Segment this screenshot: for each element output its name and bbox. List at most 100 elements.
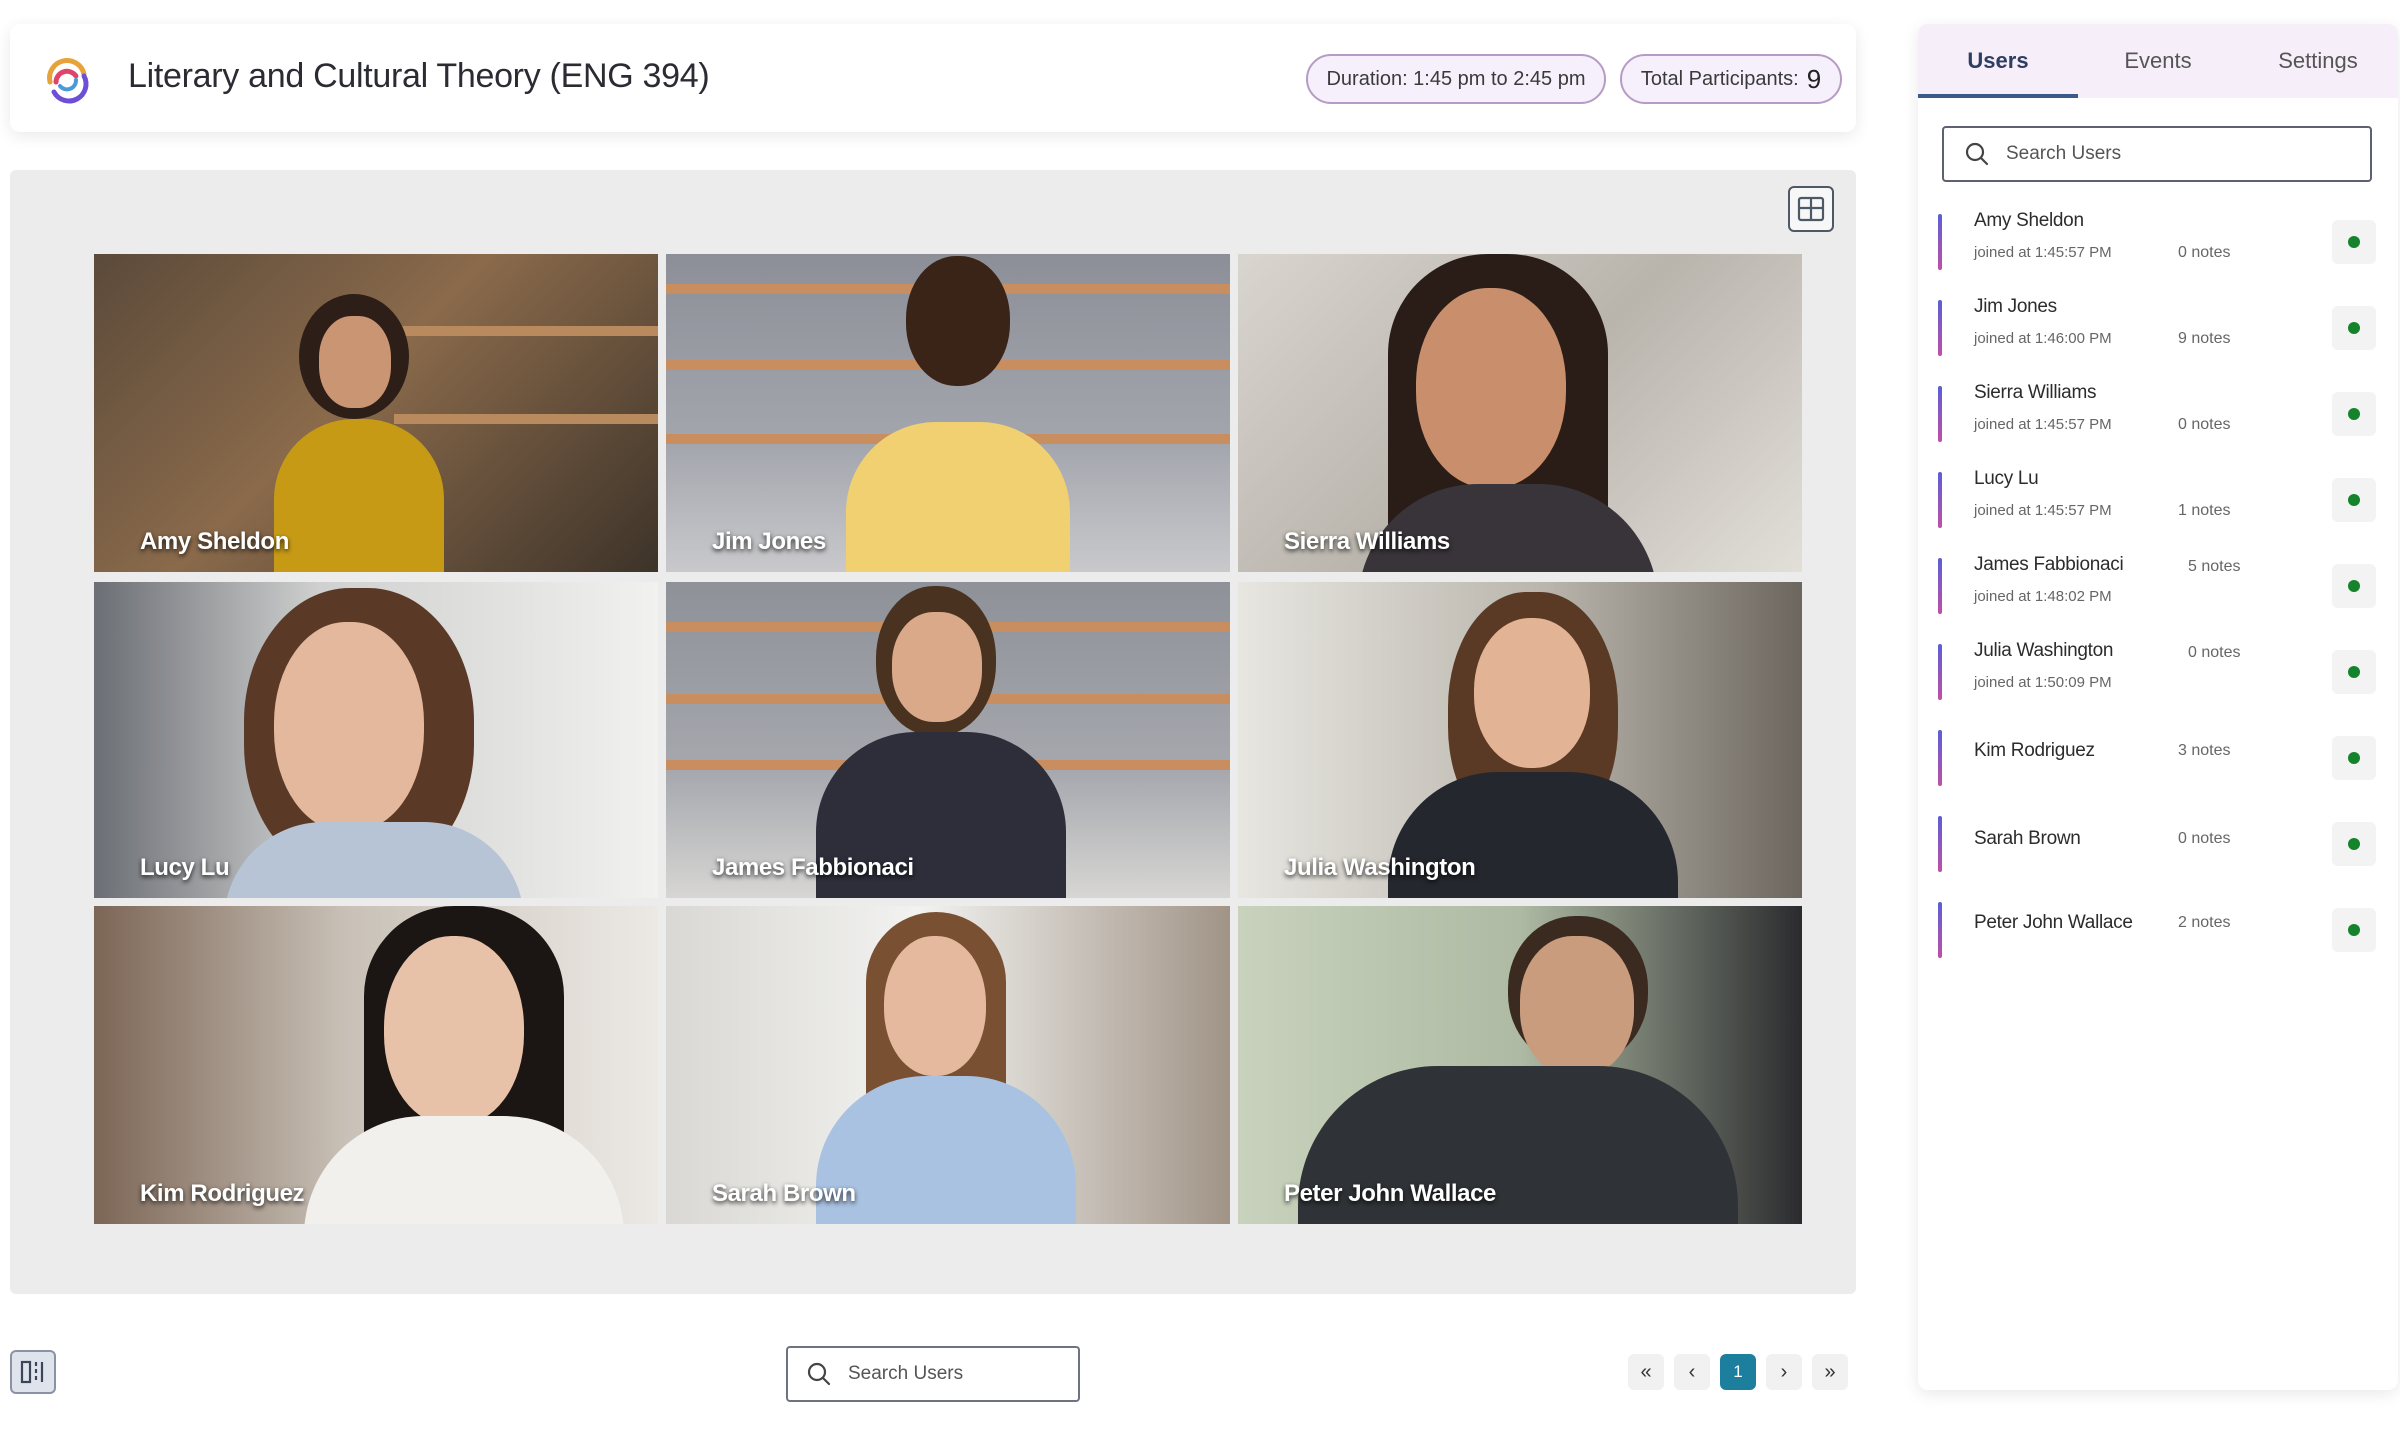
search-icon bbox=[807, 1362, 831, 1386]
user-notes: 3 notes bbox=[2178, 742, 2231, 759]
toggle-sidebar-button[interactable] bbox=[10, 1350, 56, 1394]
tile-name: Amy Sheldon bbox=[140, 528, 289, 555]
video-tile[interactable]: Amy Sheldon bbox=[94, 254, 658, 572]
user-notes: 9 notes bbox=[2178, 330, 2231, 347]
user-name: Jim Jones bbox=[1974, 296, 2057, 317]
status-indicator bbox=[2332, 908, 2376, 952]
tab-events[interactable]: Events bbox=[2078, 24, 2238, 98]
online-dot-icon bbox=[2348, 838, 2360, 850]
user-name: James Fabbionaci bbox=[1974, 554, 2124, 575]
user-notes: 1 notes bbox=[2178, 502, 2231, 519]
duration-text: Duration: 1:45 pm to 2:45 pm bbox=[1326, 67, 1586, 90]
grid-layout-button[interactable] bbox=[1788, 186, 1834, 232]
user-joined: joined at 1:46:00 PM bbox=[1974, 330, 2112, 347]
user-row[interactable]: Peter John Wallace 2 notes bbox=[1938, 892, 2382, 978]
panel-search-input[interactable]: Search Users bbox=[1942, 126, 2372, 182]
next-page-button[interactable]: › bbox=[1766, 1354, 1802, 1390]
user-joined: joined at 1:48:02 PM bbox=[1974, 588, 2112, 605]
tab-users[interactable]: Users bbox=[1918, 24, 2078, 98]
user-joined: joined at 1:45:57 PM bbox=[1974, 416, 2112, 433]
video-tile[interactable]: Sierra Williams bbox=[1238, 254, 1802, 572]
tile-name: Sierra Williams bbox=[1284, 528, 1450, 555]
status-indicator bbox=[2332, 392, 2376, 436]
pagination: « ‹ 1 › » bbox=[1628, 1354, 1848, 1390]
user-name: Sarah Brown bbox=[1974, 828, 2081, 849]
online-dot-icon bbox=[2348, 752, 2360, 764]
user-name: Sierra Williams bbox=[1974, 382, 2097, 403]
user-joined: joined at 1:45:57 PM bbox=[1974, 502, 2112, 519]
user-notes: 0 notes bbox=[2178, 416, 2231, 433]
user-joined: joined at 1:45:57 PM bbox=[1974, 244, 2112, 261]
video-tile[interactable]: Lucy Lu bbox=[94, 582, 658, 898]
user-notes: 0 notes bbox=[2178, 830, 2231, 847]
tile-name: Sarah Brown bbox=[712, 1180, 856, 1207]
video-tile[interactable]: Julia Washington bbox=[1238, 582, 1802, 898]
current-page-button[interactable]: 1 bbox=[1720, 1354, 1756, 1390]
user-row[interactable]: Kim Rodriguez 3 notes bbox=[1938, 720, 2382, 806]
status-indicator bbox=[2332, 650, 2376, 694]
search-icon bbox=[1965, 142, 1989, 166]
user-name: Kim Rodriguez bbox=[1974, 740, 2095, 761]
status-indicator bbox=[2332, 822, 2376, 866]
page-title: Literary and Cultural Theory (ENG 394) bbox=[128, 57, 710, 95]
user-row[interactable]: Lucy Lu joined at 1:45:57 PM 1 notes bbox=[1938, 462, 2382, 548]
tile-name: Kim Rodriguez bbox=[140, 1180, 305, 1207]
prev-page-button[interactable]: ‹ bbox=[1674, 1354, 1710, 1390]
user-name: Amy Sheldon bbox=[1974, 210, 2084, 231]
user-notes: 2 notes bbox=[2178, 914, 2231, 931]
grid-layout-icon bbox=[1797, 196, 1825, 222]
participants-label: Total Participants: bbox=[1640, 67, 1799, 90]
tile-name: Peter John Wallace bbox=[1284, 1180, 1496, 1207]
status-indicator bbox=[2332, 220, 2376, 264]
video-tile[interactable]: Peter John Wallace bbox=[1238, 906, 1802, 1224]
status-indicator bbox=[2332, 306, 2376, 350]
online-dot-icon bbox=[2348, 494, 2360, 506]
participants-panel: Users Events Settings Search Users Amy S… bbox=[1918, 24, 2398, 1390]
online-dot-icon bbox=[2348, 408, 2360, 420]
user-row[interactable]: Sarah Brown 0 notes bbox=[1938, 806, 2382, 892]
user-row[interactable]: Jim Jones joined at 1:46:00 PM 9 notes bbox=[1938, 290, 2382, 376]
online-dot-icon bbox=[2348, 580, 2360, 592]
status-indicator bbox=[2332, 564, 2376, 608]
video-tile[interactable]: James Fabbionaci bbox=[666, 582, 1230, 898]
user-row[interactable]: Sierra Williams joined at 1:45:57 PM 0 n… bbox=[1938, 376, 2382, 462]
user-row[interactable]: Julia Washington joined at 1:50:09 PM 0 … bbox=[1938, 634, 2382, 720]
participants-count: 9 bbox=[1806, 63, 1822, 94]
user-notes: 0 notes bbox=[2178, 244, 2231, 261]
search-placeholder: Search Users bbox=[848, 1363, 964, 1384]
video-grid: Amy Sheldon Jim Jones Sierra Williams Lu… bbox=[10, 170, 1856, 1294]
user-joined: joined at 1:50:09 PM bbox=[1974, 674, 2112, 691]
user-row[interactable]: Amy Sheldon joined at 1:45:57 PM 0 notes bbox=[1938, 204, 2382, 290]
online-dot-icon bbox=[2348, 322, 2360, 334]
tile-name: Jim Jones bbox=[712, 528, 826, 555]
duration-badge: Duration: 1:45 pm to 2:45 pm bbox=[1306, 54, 1606, 104]
user-name: Peter John Wallace bbox=[1974, 912, 2133, 933]
bottom-search-input[interactable]: Search Users bbox=[786, 1346, 1080, 1402]
online-dot-icon bbox=[2348, 924, 2360, 936]
status-indicator bbox=[2332, 736, 2376, 780]
user-name: Julia Washington bbox=[1974, 640, 2114, 661]
video-tile[interactable]: Sarah Brown bbox=[666, 906, 1230, 1224]
sidebar-toggle-icon bbox=[20, 1360, 44, 1384]
participants-badge: Total Participants: 9 bbox=[1620, 54, 1842, 104]
last-page-button[interactable]: » bbox=[1812, 1354, 1848, 1390]
tab-settings[interactable]: Settings bbox=[2238, 24, 2398, 98]
app-logo-icon bbox=[47, 58, 89, 104]
panel-tabs: Users Events Settings bbox=[1918, 24, 2398, 98]
status-indicator bbox=[2332, 478, 2376, 522]
tile-name: James Fabbionaci bbox=[712, 854, 914, 881]
user-notes: 0 notes bbox=[2188, 644, 2241, 661]
online-dot-icon bbox=[2348, 666, 2360, 678]
user-notes: 5 notes bbox=[2188, 558, 2241, 575]
search-placeholder: Search Users bbox=[2006, 143, 2122, 164]
user-name: Lucy Lu bbox=[1974, 468, 2039, 489]
tile-name: Julia Washington bbox=[1284, 854, 1476, 881]
first-page-button[interactable]: « bbox=[1628, 1354, 1664, 1390]
session-header: Literary and Cultural Theory (ENG 394) D… bbox=[10, 24, 1856, 132]
tile-name: Lucy Lu bbox=[140, 854, 230, 881]
user-list: Amy Sheldon joined at 1:45:57 PM 0 notes… bbox=[1938, 204, 2382, 978]
video-tile[interactable]: Jim Jones bbox=[666, 254, 1230, 572]
video-tile[interactable]: Kim Rodriguez bbox=[94, 906, 658, 1224]
online-dot-icon bbox=[2348, 236, 2360, 248]
user-row[interactable]: James Fabbionaci joined at 1:48:02 PM 5 … bbox=[1938, 548, 2382, 634]
